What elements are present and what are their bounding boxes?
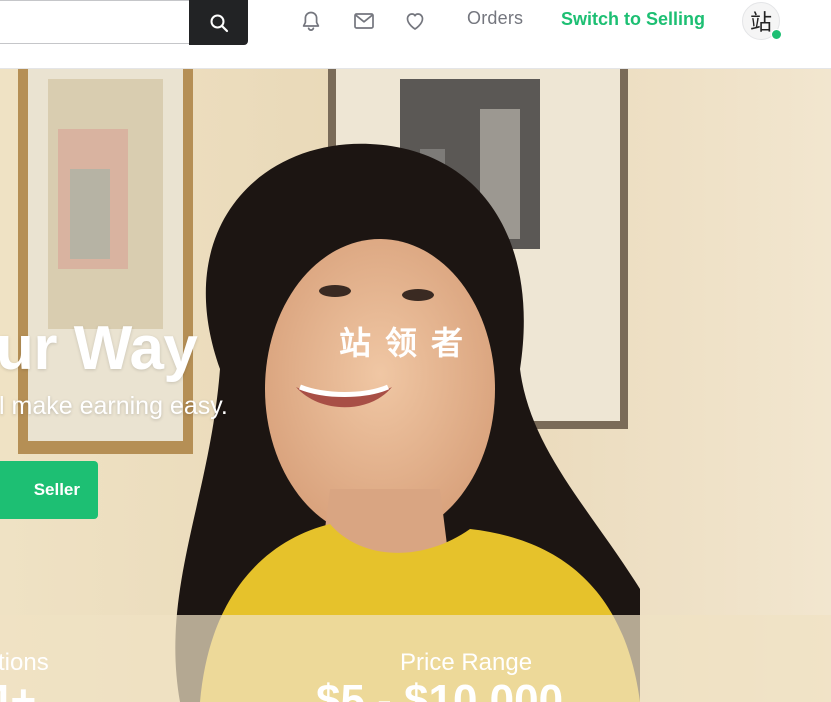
heart-icon bbox=[406, 13, 424, 30]
favorites-button[interactable] bbox=[402, 8, 428, 34]
become-seller-button[interactable]: Seller bbox=[0, 461, 98, 519]
switch-to-selling-link[interactable]: Switch to Selling bbox=[561, 9, 705, 30]
stat-value-left: 4+ bbox=[0, 676, 37, 702]
stat-label-price-range: Price Range bbox=[400, 649, 533, 676]
hero-subtitle: l make earning easy. bbox=[0, 392, 228, 420]
watermark-text: 站领者 bbox=[339, 324, 478, 362]
stat-value-price-range: $5 - $10,000 bbox=[316, 676, 564, 702]
messages-button[interactable] bbox=[351, 8, 377, 34]
notifications-button[interactable] bbox=[298, 8, 324, 34]
hero-background-image bbox=[0, 69, 831, 702]
online-status-dot bbox=[771, 29, 782, 40]
avatar-glyph: 站 bbox=[749, 11, 772, 36]
mail-icon bbox=[354, 13, 374, 29]
page: Orders Switch to Selling 站 ur Way l make… bbox=[0, 0, 831, 702]
hero-section: ur Way l make earning easy. 站领者 Seller t… bbox=[0, 69, 831, 702]
search-icon bbox=[210, 14, 228, 32]
stat-label-left: tions bbox=[0, 649, 49, 676]
search-input[interactable] bbox=[0, 0, 190, 44]
bell-icon bbox=[302, 11, 320, 31]
orders-link[interactable]: Orders bbox=[467, 8, 523, 29]
hero-title: ur Way bbox=[0, 314, 198, 383]
search-button[interactable] bbox=[189, 0, 248, 45]
top-navbar: Orders Switch to Selling 站 bbox=[0, 0, 831, 69]
stats-band: tions 4+ Price Range $5 - $10,000 bbox=[0, 615, 831, 702]
